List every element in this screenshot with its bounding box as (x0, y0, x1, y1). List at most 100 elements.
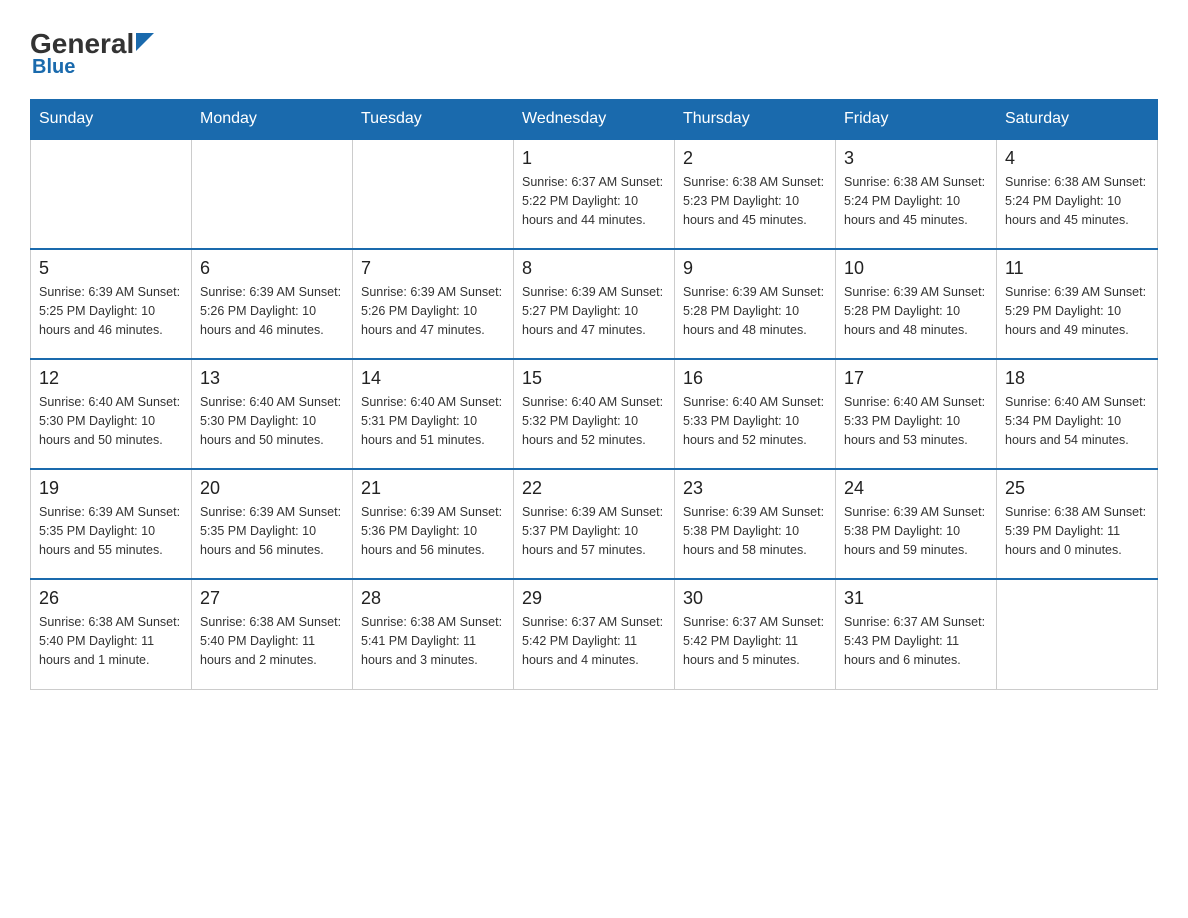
logo-triangle-icon (136, 33, 154, 51)
day-number: 10 (844, 258, 988, 279)
calendar-week-row: 26 Sunrise: 6:38 AM Sunset: 5:40 PM Dayli… (31, 579, 1158, 689)
logo-general-text: General (30, 30, 134, 58)
calendar-cell: 15 Sunrise: 6:40 AM Sunset: 5:32 PM Dayli… (514, 359, 675, 469)
weekday-header-thursday: Thursday (675, 100, 836, 140)
day-number: 12 (39, 368, 183, 389)
calendar-cell: 1 Sunrise: 6:37 AM Sunset: 5:22 PM Daylig… (514, 139, 675, 249)
calendar-week-row: 1 Sunrise: 6:37 AM Sunset: 5:22 PM Daylig… (31, 139, 1158, 249)
day-number: 13 (200, 368, 344, 389)
day-info: Sunrise: 6:38 AM Sunset: 5:41 PM Dayligh… (361, 613, 505, 669)
day-info: Sunrise: 6:38 AM Sunset: 5:40 PM Dayligh… (200, 613, 344, 669)
day-info: Sunrise: 6:38 AM Sunset: 5:24 PM Dayligh… (1005, 173, 1149, 229)
calendar-week-row: 5 Sunrise: 6:39 AM Sunset: 5:25 PM Daylig… (31, 249, 1158, 359)
day-number: 24 (844, 478, 988, 499)
day-info: Sunrise: 6:40 AM Sunset: 5:33 PM Dayligh… (844, 393, 988, 449)
day-info: Sunrise: 6:39 AM Sunset: 5:26 PM Dayligh… (361, 283, 505, 339)
calendar-cell: 2 Sunrise: 6:38 AM Sunset: 5:23 PM Daylig… (675, 139, 836, 249)
weekday-header-saturday: Saturday (997, 100, 1158, 140)
day-number: 28 (361, 588, 505, 609)
day-number: 22 (522, 478, 666, 499)
day-info: Sunrise: 6:40 AM Sunset: 5:33 PM Dayligh… (683, 393, 827, 449)
day-info: Sunrise: 6:38 AM Sunset: 5:39 PM Dayligh… (1005, 503, 1149, 559)
calendar-table: SundayMondayTuesdayWednesdayThursdayFrid… (30, 99, 1158, 690)
weekday-header-friday: Friday (836, 100, 997, 140)
day-number: 1 (522, 148, 666, 169)
day-info: Sunrise: 6:39 AM Sunset: 5:36 PM Dayligh… (361, 503, 505, 559)
day-info: Sunrise: 6:39 AM Sunset: 5:38 PM Dayligh… (844, 503, 988, 559)
day-info: Sunrise: 6:37 AM Sunset: 5:43 PM Dayligh… (844, 613, 988, 669)
calendar-cell: 23Sunrise: 6:39 AM Sunset: 5:38 PM Dayli… (675, 469, 836, 579)
calendar-cell (353, 139, 514, 249)
calendar-cell: 24 Sunrise: 6:39 AM Sunset: 5:38 PM Dayli… (836, 469, 997, 579)
day-info: Sunrise: 6:39 AM Sunset: 5:25 PM Dayligh… (39, 283, 183, 339)
day-info: Sunrise: 6:39 AM Sunset: 5:27 PM Dayligh… (522, 283, 666, 339)
calendar-week-row: 12 Sunrise: 6:40 AM Sunset: 5:30 PM Dayli… (31, 359, 1158, 469)
calendar-cell: 20 Sunrise: 6:39 AM Sunset: 5:35 PM Dayli… (192, 469, 353, 579)
day-info: Sunrise: 6:40 AM Sunset: 5:34 PM Dayligh… (1005, 393, 1149, 449)
weekday-header-wednesday: Wednesday (514, 100, 675, 140)
day-number: 18 (1005, 368, 1149, 389)
day-info: Sunrise: 6:39 AM Sunset: 5:28 PM Dayligh… (683, 283, 827, 339)
calendar-cell: 4 Sunrise: 6:38 AM Sunset: 5:24 PM Daylig… (997, 139, 1158, 249)
day-number: 21 (361, 478, 505, 499)
calendar-cell: 17Sunrise: 6:40 AM Sunset: 5:33 PM Dayli… (836, 359, 997, 469)
day-number: 25 (1005, 478, 1149, 499)
calendar-week-row: 19 Sunrise: 6:39 AM Sunset: 5:35 PM Dayli… (31, 469, 1158, 579)
day-info: Sunrise: 6:39 AM Sunset: 5:26 PM Dayligh… (200, 283, 344, 339)
day-number: 9 (683, 258, 827, 279)
logo: General Blue (30, 30, 154, 79)
calendar-cell: 21 Sunrise: 6:39 AM Sunset: 5:36 PM Dayli… (353, 469, 514, 579)
day-info: Sunrise: 6:39 AM Sunset: 5:38 PM Dayligh… (683, 503, 827, 559)
calendar-cell: 9 Sunrise: 6:39 AM Sunset: 5:28 PM Daylig… (675, 249, 836, 359)
calendar-cell: 29 Sunrise: 6:37 AM Sunset: 5:42 PM Dayli… (514, 579, 675, 689)
calendar-cell: 27 Sunrise: 6:38 AM Sunset: 5:40 PM Dayli… (192, 579, 353, 689)
day-info: Sunrise: 6:39 AM Sunset: 5:29 PM Dayligh… (1005, 283, 1149, 339)
day-info: Sunrise: 6:40 AM Sunset: 5:32 PM Dayligh… (522, 393, 666, 449)
day-number: 30 (683, 588, 827, 609)
calendar-cell: 28 Sunrise: 6:38 AM Sunset: 5:41 PM Dayli… (353, 579, 514, 689)
day-number: 3 (844, 148, 988, 169)
day-info: Sunrise: 6:40 AM Sunset: 5:31 PM Dayligh… (361, 393, 505, 449)
page-header: General Blue (30, 30, 1158, 79)
day-number: 6 (200, 258, 344, 279)
weekday-header-tuesday: Tuesday (353, 100, 514, 140)
calendar-cell: 13Sunrise: 6:40 AM Sunset: 5:30 PM Dayli… (192, 359, 353, 469)
calendar-cell: 10Sunrise: 6:39 AM Sunset: 5:28 PM Dayli… (836, 249, 997, 359)
calendar-cell: 12 Sunrise: 6:40 AM Sunset: 5:30 PM Dayli… (31, 359, 192, 469)
day-number: 20 (200, 478, 344, 499)
day-info: Sunrise: 6:40 AM Sunset: 5:30 PM Dayligh… (39, 393, 183, 449)
logo-blue-text: Blue (30, 56, 75, 79)
calendar-cell: 11Sunrise: 6:39 AM Sunset: 5:29 PM Dayli… (997, 249, 1158, 359)
calendar-cell: 5 Sunrise: 6:39 AM Sunset: 5:25 PM Daylig… (31, 249, 192, 359)
day-info: Sunrise: 6:39 AM Sunset: 5:35 PM Dayligh… (39, 503, 183, 559)
day-info: Sunrise: 6:39 AM Sunset: 5:37 PM Dayligh… (522, 503, 666, 559)
day-number: 15 (522, 368, 666, 389)
calendar-cell: 18 Sunrise: 6:40 AM Sunset: 5:34 PM Dayli… (997, 359, 1158, 469)
day-number: 19 (39, 478, 183, 499)
day-number: 29 (522, 588, 666, 609)
day-number: 16 (683, 368, 827, 389)
day-info: Sunrise: 6:37 AM Sunset: 5:42 PM Dayligh… (683, 613, 827, 669)
day-number: 26 (39, 588, 183, 609)
day-number: 2 (683, 148, 827, 169)
calendar-cell (31, 139, 192, 249)
day-info: Sunrise: 6:37 AM Sunset: 5:42 PM Dayligh… (522, 613, 666, 669)
day-info: Sunrise: 6:38 AM Sunset: 5:23 PM Dayligh… (683, 173, 827, 229)
calendar-cell: 30 Sunrise: 6:37 AM Sunset: 5:42 PM Dayli… (675, 579, 836, 689)
day-info: Sunrise: 6:37 AM Sunset: 5:22 PM Dayligh… (522, 173, 666, 229)
calendar-cell: 7Sunrise: 6:39 AM Sunset: 5:26 PM Daylig… (353, 249, 514, 359)
calendar-cell: 26 Sunrise: 6:38 AM Sunset: 5:40 PM Dayli… (31, 579, 192, 689)
day-number: 8 (522, 258, 666, 279)
day-number: 27 (200, 588, 344, 609)
day-number: 14 (361, 368, 505, 389)
day-number: 4 (1005, 148, 1149, 169)
day-info: Sunrise: 6:38 AM Sunset: 5:24 PM Dayligh… (844, 173, 988, 229)
calendar-cell: 16 Sunrise: 6:40 AM Sunset: 5:33 PM Dayli… (675, 359, 836, 469)
calendar-cell: 8 Sunrise: 6:39 AM Sunset: 5:27 PM Daylig… (514, 249, 675, 359)
day-number: 5 (39, 258, 183, 279)
day-info: Sunrise: 6:39 AM Sunset: 5:35 PM Dayligh… (200, 503, 344, 559)
day-info: Sunrise: 6:38 AM Sunset: 5:40 PM Dayligh… (39, 613, 183, 669)
calendar-cell: 3 Sunrise: 6:38 AM Sunset: 5:24 PM Daylig… (836, 139, 997, 249)
calendar-cell: 14 Sunrise: 6:40 AM Sunset: 5:31 PM Dayli… (353, 359, 514, 469)
day-number: 31 (844, 588, 988, 609)
